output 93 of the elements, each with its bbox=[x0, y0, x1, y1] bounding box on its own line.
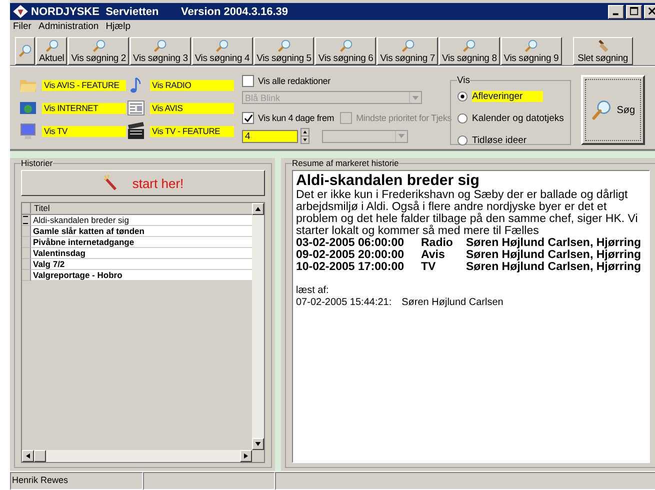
source-option[interactable]: Vis TV bbox=[42, 126, 126, 136]
magnifier-icon bbox=[153, 38, 168, 52]
source-option[interactable]: Vis TV - FEATURE bbox=[150, 126, 234, 136]
schedule-time: 10-02-2005 17:00:00 bbox=[296, 261, 406, 273]
radio-circle-icon bbox=[457, 112, 468, 124]
days-input[interactable]: 4 bbox=[242, 130, 298, 142]
scroll-down-button[interactable] bbox=[252, 438, 264, 450]
schedule-medium: Radio bbox=[421, 237, 454, 249]
scrollbar-corner bbox=[252, 450, 264, 462]
column-header[interactable]: Titel bbox=[31, 203, 50, 214]
scroll-left-button[interactable] bbox=[22, 450, 34, 462]
diamond-logo-icon bbox=[13, 5, 28, 18]
schedule-medium: Avis bbox=[421, 249, 446, 261]
radio-option[interactable]: Kalender og datotjeks bbox=[457, 111, 564, 125]
toolbar-button[interactable]: Vis søgning 4 bbox=[192, 37, 253, 65]
toolbar-button[interactable]: Vis søgning 9 bbox=[500, 37, 562, 65]
checkmark-icon bbox=[244, 114, 252, 122]
toolbar-button[interactable]: Vis søgning 6 bbox=[315, 37, 376, 65]
panel-title: Historier bbox=[21, 158, 53, 168]
toolbar-button[interactable]: Vis søgning 2 bbox=[68, 37, 130, 65]
status-text: Henrik Rewes bbox=[10, 472, 143, 490]
panel-title: Resume af markeret historie bbox=[292, 158, 399, 168]
checkbox[interactable] bbox=[242, 75, 254, 87]
group-title: Vis bbox=[457, 75, 470, 86]
toolbar-button[interactable]: Vis søgning 3 bbox=[130, 37, 191, 65]
source-option[interactable]: Vis AVIS - FEATURE bbox=[42, 80, 126, 90]
source-option[interactable]: Vis AVIS bbox=[150, 102, 234, 114]
story-title-cell[interactable]: Pivåbne internetadgange bbox=[31, 237, 252, 248]
left-arrow-icon bbox=[26, 453, 30, 459]
story-title-cell[interactable]: Gamle slår katten af tønden bbox=[31, 226, 252, 237]
schedule-medium: TV bbox=[421, 261, 437, 273]
scroll-right-button[interactable] bbox=[240, 450, 252, 462]
reader-name: Søren Højlund Carlsen bbox=[402, 297, 504, 309]
schedule-reporter: Søren Højlund Carlsen, Hjørring bbox=[466, 237, 642, 249]
monitor-icon bbox=[18, 121, 38, 141]
toolbar-button[interactable]: Vis søgning 8 bbox=[439, 37, 500, 65]
read-by-label: læst af: bbox=[296, 285, 330, 297]
radio-option[interactable]: Tidløse ideer bbox=[457, 133, 564, 147]
search-icon bbox=[590, 99, 613, 121]
spinner-arrows-icon[interactable] bbox=[300, 128, 310, 144]
menu-item[interactable]: Hjælp bbox=[106, 21, 130, 32]
radio-circle-icon bbox=[457, 90, 468, 102]
toolbar-button[interactable] bbox=[15, 37, 35, 65]
checkbox-label: Vis alle redaktioner bbox=[258, 76, 330, 86]
menu-item[interactable]: Administration bbox=[38, 21, 99, 32]
magnifier-icon bbox=[277, 38, 291, 52]
menu-item[interactable]: Filer bbox=[13, 21, 32, 32]
triangle-icon bbox=[412, 96, 419, 100]
magnifier-icon bbox=[400, 38, 415, 52]
version-label: Version 2004.3.16.39 bbox=[181, 6, 288, 18]
story-title-cell[interactable]: Valgreportage - Hobro bbox=[31, 270, 252, 281]
horizontal-scrollbar[interactable] bbox=[22, 450, 252, 462]
newspaper-icon bbox=[126, 98, 146, 118]
magnifier-icon bbox=[338, 38, 353, 52]
maximize-button[interactable] bbox=[626, 4, 642, 18]
magnifier-icon bbox=[462, 38, 476, 52]
maximize-icon bbox=[630, 7, 638, 16]
down-arrow-icon bbox=[255, 442, 261, 446]
schedule-time: 03-02-2005 06:00:00 bbox=[296, 237, 406, 249]
schedule-time: 09-02-2005 20:00:00 bbox=[296, 249, 406, 261]
schedule-reporter: Søren Højlund Carlsen, Hjørring bbox=[466, 261, 642, 273]
close-icon bbox=[648, 7, 655, 16]
toolbar-button[interactable]: Aktuel bbox=[36, 37, 68, 65]
checkbox[interactable] bbox=[242, 112, 254, 124]
magnifier-icon bbox=[92, 38, 106, 52]
magnifier-icon bbox=[215, 38, 230, 52]
right-arrow-icon bbox=[244, 453, 248, 459]
magnifier-icon bbox=[18, 44, 32, 58]
up-arrow-icon bbox=[255, 207, 261, 211]
read-time: 07-02-2005 15:44:21: bbox=[296, 297, 392, 309]
story-headline: Aldi-skandalen breder sig bbox=[296, 173, 480, 189]
clapper-icon bbox=[126, 121, 146, 141]
radio-circle-icon bbox=[457, 134, 468, 146]
scroll-up-button[interactable] bbox=[252, 203, 264, 215]
scroll-thumb[interactable] bbox=[34, 450, 46, 462]
search-button[interactable]: Søg bbox=[580, 75, 645, 145]
toolbar-button[interactable]: Vis søgning 7 bbox=[377, 37, 438, 65]
triangle-icon bbox=[398, 134, 405, 138]
magnifier-icon bbox=[524, 38, 538, 52]
window-title: NORDJYSKE Servietten bbox=[31, 6, 160, 18]
minimize-button[interactable] bbox=[608, 4, 624, 18]
toolbar-button[interactable]: Vis søgning 5 bbox=[254, 37, 314, 65]
checkbox-label: Vis kun 4 dage frem bbox=[258, 113, 334, 123]
story-title-cell[interactable]: Valg 7/2 bbox=[31, 259, 252, 270]
vertical-scrollbar[interactable] bbox=[252, 203, 264, 462]
story-title-cell[interactable]: Valentinsdag bbox=[31, 248, 252, 259]
story-title-cell[interactable]: Aldi-skandalen breder sig bbox=[31, 215, 252, 226]
source-option[interactable]: Vis RADIO bbox=[150, 80, 234, 90]
toolbar-button[interactable]: Slet søgning bbox=[572, 37, 634, 65]
schedule-reporter: Søren Højlund Carlsen, Hjørring bbox=[466, 249, 642, 261]
source-option[interactable]: Vis INTERNET bbox=[42, 102, 126, 114]
story-summary: Det er ikke kun i Frederikshavn og Sæby der er ballade og dårligt arbejdsmiljø i Aldi. Også i flere andre nordjyske byer er det et problem og det hele falder tilbage på den samme chef, siger HK. Vi starter lokalt og kommer så med mere til Fælles bbox=[296, 189, 639, 237]
magnifier-icon bbox=[44, 38, 59, 52]
